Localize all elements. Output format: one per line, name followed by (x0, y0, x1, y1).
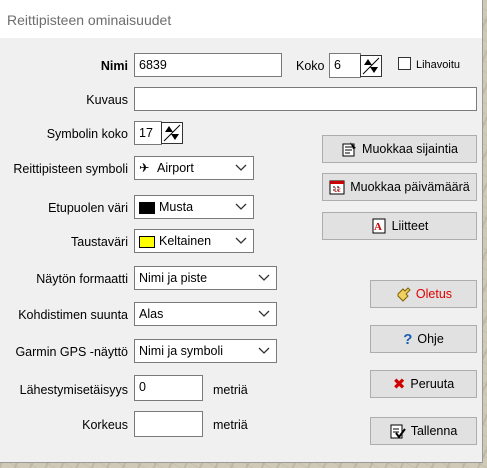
edit-location-label: Muokkaa sijaintia (362, 142, 458, 156)
foreground-color-label: Etupuolen väri (48, 201, 128, 215)
size-input[interactable]: 6 (329, 53, 361, 78)
description-input[interactable] (134, 87, 477, 111)
cursor-direction-select[interactable]: Alas (134, 302, 277, 326)
svg-text:A: A (374, 221, 382, 233)
yellow-swatch-icon (139, 235, 155, 248)
attachments-label: Liitteet (391, 219, 429, 233)
garmin-display-value: Nimi ja symboli (139, 344, 224, 358)
waypoint-symbol-select[interactable]: ✈ Airport (134, 156, 254, 180)
spinner-arrows-icon (163, 124, 181, 142)
display-format-select[interactable]: Nimi ja piste (134, 266, 277, 290)
cursor-direction-label: Kohdistimen suunta (18, 308, 128, 322)
red-x-icon: ✖ (392, 376, 406, 393)
symbol-size-label: Symbolin koko (46, 127, 128, 141)
edit-date-label: Muokkaa päivämäärä (350, 180, 470, 194)
altitude-unit: metriä (213, 418, 248, 432)
background-color-select[interactable]: Keltainen (134, 229, 254, 253)
waypoint-properties-dialog: Reittipisteen ominaisuudet Nimi 6839 Kok… (0, 0, 483, 463)
display-format-value: Nimi ja piste (139, 271, 208, 285)
name-label: Nimi (100, 59, 128, 73)
chevron-down-icon (235, 203, 247, 210)
symbol-size-spinner[interactable] (161, 122, 183, 144)
airplane-icon: ✈ (139, 161, 150, 175)
black-swatch-icon (139, 201, 155, 214)
window-title: Reittipisteen ominaisuudet (7, 12, 172, 28)
bold-checkbox[interactable] (398, 57, 411, 70)
proximity-input[interactable]: 0 (134, 375, 203, 401)
chevron-down-icon (258, 310, 270, 317)
question-mark-icon: ? (403, 330, 413, 348)
help-label: Ohje (417, 332, 444, 346)
cursor-direction-value: Alas (139, 307, 164, 321)
bold-label: Lihavoitu (416, 59, 461, 71)
garmin-display-select[interactable]: Nimi ja symboli (134, 339, 277, 363)
chevron-down-icon (235, 164, 247, 171)
default-button[interactable]: Oletus (370, 280, 477, 308)
spinner-arrows-icon (362, 57, 380, 75)
chevron-down-icon (235, 237, 247, 244)
altitude-input[interactable] (134, 411, 203, 437)
help-button[interactable]: ? Ohje (370, 325, 477, 353)
chevron-down-icon (258, 274, 270, 281)
waypoint-symbol-value: Airport (157, 161, 194, 175)
foreground-color-select[interactable]: Musta (134, 195, 254, 219)
cancel-label: Peruuta (410, 377, 455, 391)
description-label: Kuvaus (86, 93, 128, 107)
save-label: Tallenna (410, 424, 458, 438)
pointing-hand-icon (397, 287, 411, 302)
edit-date-button[interactable]: 12 Muokkaa päivämäärä (322, 173, 477, 201)
foreground-color-value: Musta (159, 200, 194, 214)
symbol-size-input[interactable]: 17 (134, 121, 162, 145)
proximity-label: Lähestymisetäisyys (19, 383, 128, 397)
calendar-icon: 12 (329, 180, 345, 195)
altitude-label: Korkeus (82, 418, 128, 432)
garmin-display-label: Garmin GPS -näyttö (15, 345, 128, 359)
title-bar[interactable]: Reittipisteen ominaisuudet (0, 0, 482, 38)
size-label: Koko (296, 59, 325, 73)
chevron-down-icon (258, 347, 270, 354)
display-format-label: Näytön formaatti (36, 272, 128, 286)
background-color-label: Taustaväri (71, 235, 128, 249)
cancel-button[interactable]: ✖ Peruuta (370, 370, 477, 398)
background-color-value: Keltainen (159, 234, 212, 248)
attachments-button[interactable]: A Liitteet (322, 212, 477, 240)
save-button[interactable]: Tallenna (370, 417, 477, 445)
edit-location-button[interactable]: Muokkaa sijaintia (322, 135, 477, 163)
size-spinner[interactable] (360, 55, 382, 77)
name-input[interactable]: 6839 (134, 53, 282, 77)
save-check-icon (390, 424, 406, 439)
proximity-unit: metriä (213, 383, 248, 397)
default-label: Oletus (415, 287, 453, 301)
edit-location-icon (342, 142, 357, 157)
document-icon: A (372, 218, 386, 234)
waypoint-symbol-label: Reittipisteen symboli (13, 162, 128, 176)
svg-text:12: 12 (334, 188, 341, 194)
